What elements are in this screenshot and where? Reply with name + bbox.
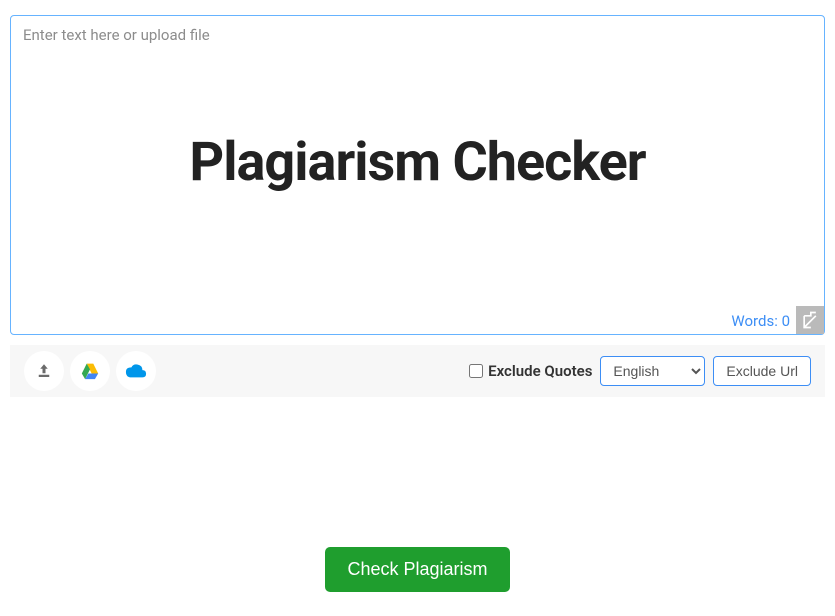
text-input[interactable] [11,16,824,314]
language-select[interactable]: English [600,356,705,386]
google-drive-icon [80,362,100,380]
word-count-label: Words: [731,312,781,330]
upload-icon [35,362,53,380]
exclude-quotes-checkbox[interactable] [469,364,483,378]
clear-text-icon [800,310,820,330]
word-count: Words: 0 [731,312,790,330]
exclude-url-button[interactable]: Exclude Url [713,356,811,386]
text-input-area: Plagiarism Checker Words: 0 [10,15,825,335]
upload-file-button[interactable] [24,351,64,391]
check-plagiarism-button[interactable]: Check Plagiarism [325,547,509,592]
google-drive-button[interactable] [70,351,110,391]
toolbar: Exclude Quotes English Exclude Url [10,345,825,397]
submit-area: Check Plagiarism [0,547,835,592]
exclude-quotes-label[interactable]: Exclude Quotes [488,362,592,380]
word-count-value: 0 [782,312,790,330]
exclude-quotes-wrap: Exclude Quotes [469,362,592,380]
cloud-icon [125,363,147,379]
onedrive-button[interactable] [116,351,156,391]
clear-text-button[interactable] [796,306,824,334]
